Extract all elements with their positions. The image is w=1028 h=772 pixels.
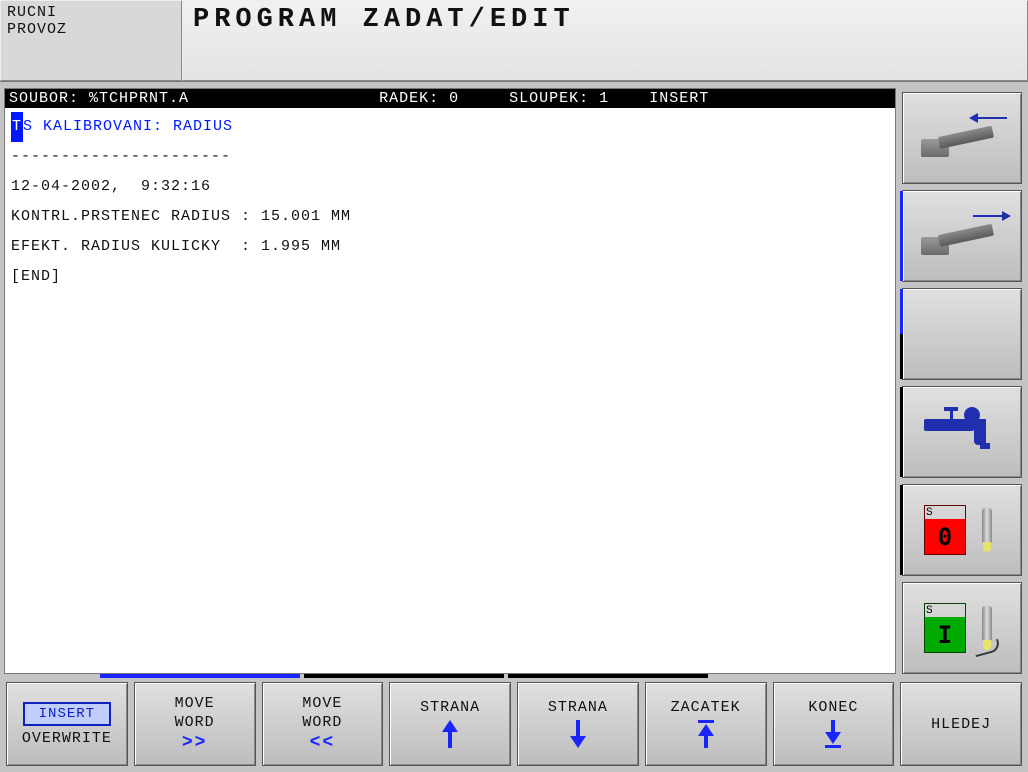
insert-pill: INSERT: [23, 702, 111, 726]
row-label: RADEK:: [379, 90, 439, 107]
spindle-stop-button[interactable]: S 0: [902, 484, 1022, 576]
arrow-down-bar-icon: [821, 718, 845, 750]
file-label: SOUBOR:: [9, 90, 79, 107]
editor-status-bar: SOUBOR: %TCHPRNT.A RADEK: 0 SLOUPEK: 1 I…: [5, 89, 895, 108]
go-end-button[interactable]: KONEC: [773, 682, 895, 766]
spindle-start-label: S: [925, 604, 933, 617]
spindle-start-value: I: [925, 617, 965, 652]
spindle-start-indicator: S I: [924, 603, 966, 653]
end-label: KONEC: [808, 699, 858, 716]
editor-body[interactable]: TS KALIBROVANI: RADIUS -----------------…: [5, 108, 895, 296]
page-label-up: STRANA: [420, 699, 480, 716]
chevron-right-icon: >>: [182, 733, 208, 753]
clamp-close-button[interactable]: [902, 190, 1022, 282]
word-label-2: WORD: [302, 714, 342, 731]
move-word-forward-button[interactable]: MOVE WORD >>: [134, 682, 256, 766]
col-value: 1: [599, 90, 609, 107]
line-ring-radius: KONTRL.PRSTENEC RADIUS : 15.001 MM: [11, 208, 351, 225]
line-end: [END]: [11, 268, 61, 285]
spindle-stop-indicator: S 0: [924, 505, 966, 555]
spindle-stop-label: S: [925, 506, 933, 519]
coolant-button[interactable]: [902, 386, 1022, 478]
start-label: ZACATEK: [671, 699, 741, 716]
search-button[interactable]: HLEDEJ: [900, 682, 1022, 766]
spindle-start-icon: [974, 604, 1000, 652]
word-label: WORD: [175, 714, 215, 731]
clamp-open-icon: [917, 113, 1007, 163]
clamp-open-button[interactable]: [902, 92, 1022, 184]
page-tab-active[interactable]: [100, 674, 300, 678]
line-timestamp: 12-04-2002, 9:32:16: [11, 178, 211, 195]
faucet-icon: [922, 407, 1002, 457]
line-separator: ----------------------: [11, 148, 231, 165]
arrow-down-icon: [566, 718, 590, 750]
spindle-start-button[interactable]: S I: [902, 582, 1022, 674]
page-tab-3[interactable]: [508, 674, 708, 678]
search-label: HLEDEJ: [931, 716, 991, 733]
line-ball-radius: EFEKT. RADIUS KULICKY : 1.995 MM: [11, 238, 341, 255]
spindle-stop-icon: [974, 506, 1000, 554]
insert-overwrite-button[interactable]: INSERT OVERWRITE: [6, 682, 128, 766]
mode-indicator: RUCNI PROVOZ: [0, 0, 182, 81]
arrow-up-icon: [438, 718, 462, 750]
sidebar-empty-button[interactable]: [902, 288, 1022, 380]
line-title: S KALIBROVANI: RADIUS: [23, 118, 233, 135]
header: RUCNI PROVOZ PROGRAM ZADAT/EDIT: [0, 0, 1028, 82]
mode-line-2: PROVOZ: [7, 21, 175, 38]
page-tab-2[interactable]: [304, 674, 504, 678]
spindle-stop-value: 0: [925, 519, 965, 554]
chevron-left-icon: <<: [310, 733, 336, 753]
page-down-button[interactable]: STRANA: [517, 682, 639, 766]
insert-mode: INSERT: [649, 90, 709, 107]
file-name: %TCHPRNT.A: [89, 90, 189, 107]
row-value: 0: [449, 90, 459, 107]
go-start-button[interactable]: ZACATEK: [645, 682, 767, 766]
clamp-close-icon: [917, 211, 1007, 261]
mode-line-1: RUCNI: [7, 4, 175, 21]
overwrite-label: OVERWRITE: [22, 730, 112, 747]
page-title: PROGRAM ZADAT/EDIT: [182, 0, 1028, 81]
move-word-back-button[interactable]: MOVE WORD <<: [262, 682, 384, 766]
editor-pane: SOUBOR: %TCHPRNT.A RADEK: 0 SLOUPEK: 1 I…: [4, 88, 896, 674]
softkey-bar: INSERT OVERWRITE MOVE WORD >> MOVE WORD …: [0, 676, 1028, 772]
move-label-2: MOVE: [302, 695, 342, 712]
page-up-button[interactable]: STRANA: [389, 682, 511, 766]
col-label: SLOUPEK:: [509, 90, 589, 107]
sidebar: S 0 S I: [900, 82, 1028, 676]
softkey-page-indicator: [100, 674, 712, 678]
page-label-down: STRANA: [548, 699, 608, 716]
move-label: MOVE: [175, 695, 215, 712]
editor-cursor: T: [11, 112, 23, 142]
arrow-up-bar-icon: [694, 718, 718, 750]
